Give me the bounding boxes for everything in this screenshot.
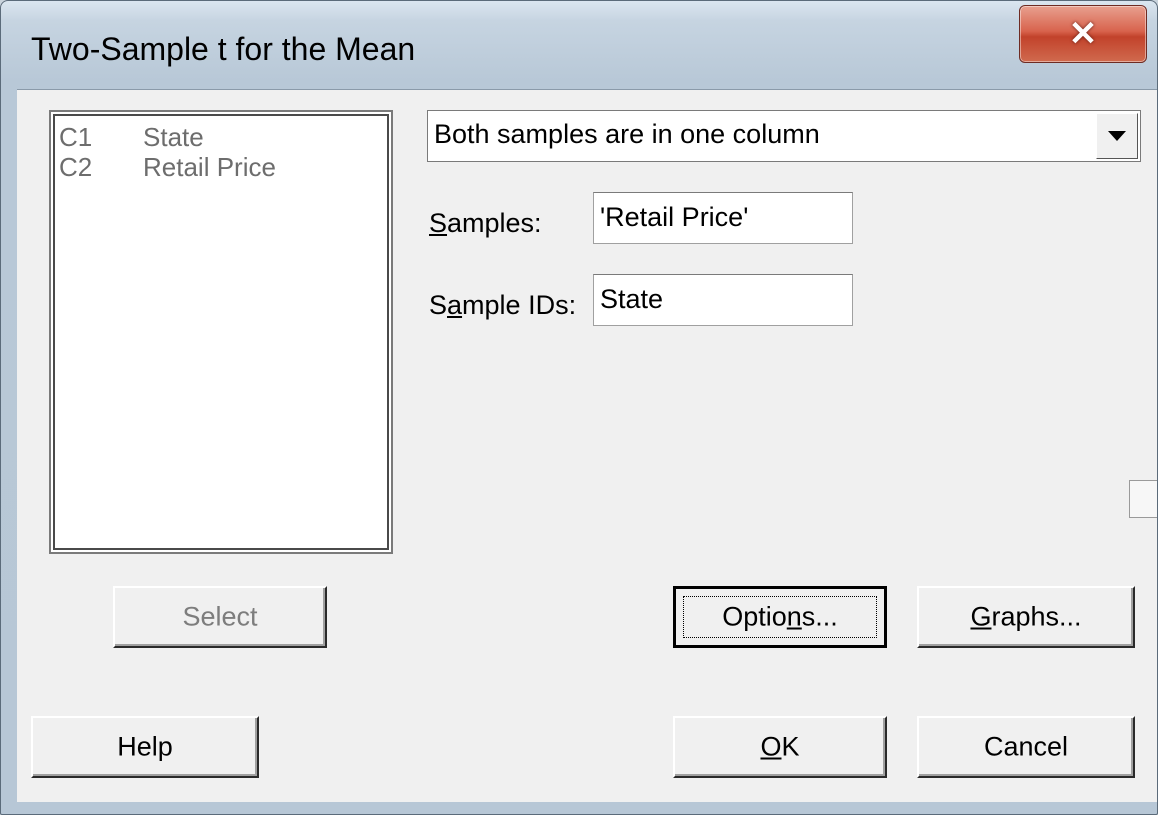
cancel-button-label: Cancel	[983, 731, 1069, 762]
close-button[interactable]: ✕	[1019, 5, 1147, 63]
ok-button[interactable]: OK	[673, 716, 887, 778]
sample-ids-label: Sample IDs:	[429, 290, 577, 320]
sample-ids-input[interactable]: State	[593, 274, 853, 326]
sample-layout-dropdown[interactable]: Both samples are in one column	[427, 110, 1141, 162]
dialog-window: Two-Sample t for the Mean ✕ C1 State C2 Re…	[0, 0, 1158, 815]
samples-label: Samples:	[429, 208, 542, 238]
help-button-label: Help	[117, 731, 173, 762]
variables-listbox[interactable]: C1 State C2 Retail Price	[49, 110, 393, 554]
ok-button-label: OK	[760, 731, 800, 762]
list-item[interactable]: C2 Retail Price	[59, 152, 276, 183]
dropdown-button[interactable]	[1096, 113, 1138, 159]
dialog-title: Two-Sample t for the Mean	[31, 31, 416, 67]
title-bar[interactable]: Two-Sample t for the Mean ✕	[1, 1, 1157, 89]
select-button[interactable]: Select	[113, 586, 327, 648]
help-button[interactable]: Help	[31, 716, 259, 778]
options-button[interactable]: Options...	[673, 586, 887, 648]
cancel-button[interactable]: Cancel	[917, 716, 1135, 778]
chevron-down-icon	[1108, 131, 1126, 141]
column-name: Retail Price	[143, 152, 276, 182]
graphs-button[interactable]: Graphs...	[917, 586, 1135, 648]
column-name: State	[143, 122, 204, 152]
select-button-label: Select	[182, 601, 258, 632]
samples-input[interactable]: 'Retail Price'	[593, 192, 853, 244]
dropdown-selected-value: Both samples are in one column	[434, 119, 820, 149]
dialog-client-area: C1 State C2 Retail Price Both samples are …	[17, 89, 1157, 802]
resize-grip[interactable]	[1129, 480, 1157, 518]
column-id: C2	[59, 152, 93, 182]
options-button-label: Options...	[722, 601, 838, 632]
list-item[interactable]: C1 State	[59, 122, 204, 153]
graphs-button-label: Graphs...	[970, 601, 1082, 632]
column-id: C1	[59, 122, 93, 152]
close-icon: ✕	[1068, 15, 1098, 53]
